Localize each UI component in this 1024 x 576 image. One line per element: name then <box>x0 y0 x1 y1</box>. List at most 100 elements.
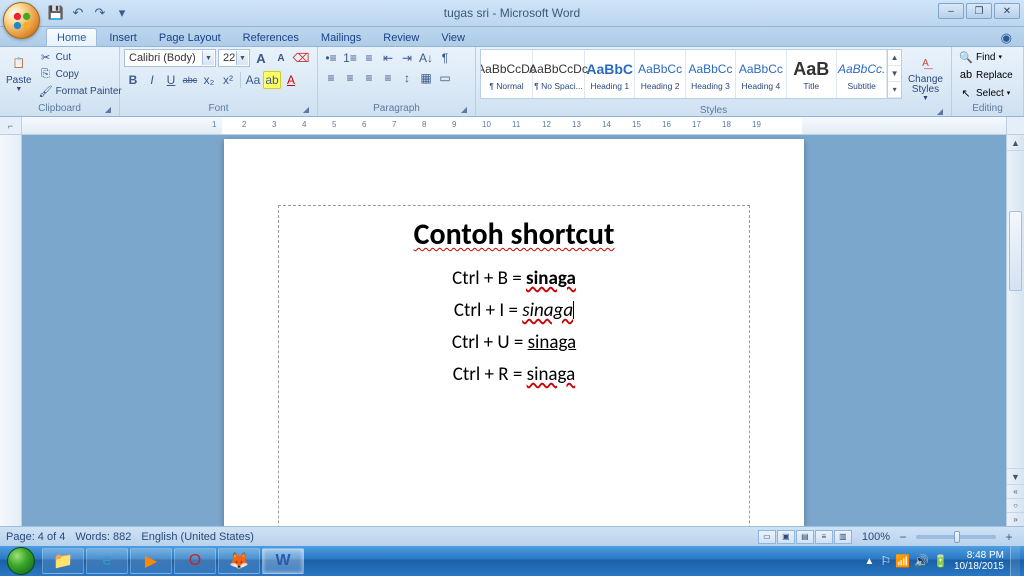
grow-font-button[interactable]: A <box>252 49 270 67</box>
select-button[interactable]: ↖Select▾ <box>956 85 1013 101</box>
zoom-thumb[interactable] <box>954 531 960 543</box>
font-color-button[interactable]: A <box>282 71 300 89</box>
browse-object-button[interactable]: ○ <box>1007 498 1024 512</box>
style-item[interactable]: AaBbCcHeading 4 <box>736 50 786 98</box>
find-button[interactable]: 🔍Find▾ <box>956 49 1005 65</box>
view-web-layout[interactable]: ▤ <box>796 530 814 544</box>
view-print-layout[interactable]: ▭ <box>758 530 776 544</box>
style-item[interactable]: AaBTitle <box>787 50 837 98</box>
style-item[interactable]: AaBbCcHeading 3 <box>686 50 736 98</box>
clipboard-launcher[interactable]: ◢ <box>103 105 113 115</box>
show-desktop-button[interactable] <box>1010 546 1020 576</box>
volume-icon[interactable]: 🔊 <box>914 554 929 568</box>
next-page-button[interactable]: » <box>1007 512 1024 526</box>
status-words[interactable]: Words: 882 <box>75 531 131 543</box>
scroll-up-button[interactable]: ▲ <box>1007 135 1024 151</box>
gallery-down[interactable]: ▼ <box>888 66 901 82</box>
copy-button[interactable]: ⎘Copy <box>36 66 125 82</box>
text-frame[interactable]: Contoh shortcut Ctrl + B = sinagaCtrl + … <box>278 205 750 526</box>
taskbar-media[interactable]: ▶ <box>130 548 172 574</box>
ruler-vertical[interactable] <box>0 135 22 526</box>
zoom-level[interactable]: 100% <box>862 531 890 543</box>
subscript-button[interactable]: x₂ <box>200 71 218 89</box>
taskbar-opera[interactable]: O <box>174 548 216 574</box>
tab-insert[interactable]: Insert <box>99 29 147 46</box>
clear-format-button[interactable]: ⌫ <box>292 49 310 67</box>
underline-button[interactable]: U <box>162 71 180 89</box>
taskbar-explorer[interactable]: 📁 <box>42 548 84 574</box>
zoom-in-button[interactable]: + <box>1000 528 1018 546</box>
restore-button[interactable]: ❐ <box>966 3 992 19</box>
minimize-button[interactable]: – <box>938 3 964 19</box>
font-name-combo[interactable]: Calibri (Body)▼ <box>124 49 216 67</box>
sort-button[interactable]: A↓ <box>417 49 435 67</box>
font-launcher[interactable]: ◢ <box>301 105 311 115</box>
battery-icon[interactable]: 🔋 <box>933 554 948 568</box>
scroll-thumb[interactable] <box>1009 211 1022 291</box>
shading-button[interactable]: ▦ <box>417 69 435 87</box>
office-button[interactable] <box>3 2 40 39</box>
bullets-button[interactable]: •≡ <box>322 49 340 67</box>
paste-button[interactable]: 📋 Paste ▼ <box>4 49 34 95</box>
format-painter-button[interactable]: 🖌Format Painter <box>36 83 125 99</box>
highlight-button[interactable]: ab <box>263 71 281 89</box>
scroll-track[interactable] <box>1007 291 1024 468</box>
taskbar-firefox[interactable]: 🦊 <box>218 548 260 574</box>
action-center-icon[interactable]: ⚐ <box>880 554 891 568</box>
style-item[interactable]: AaBbCcDc¶ Normal <box>481 50 533 98</box>
help-icon[interactable]: ◉ <box>997 30 1016 46</box>
gallery-up[interactable]: ▲ <box>888 50 901 66</box>
justify-button[interactable]: ≡ <box>379 69 397 87</box>
superscript-button[interactable]: x² <box>219 71 237 89</box>
qat-redo-button[interactable]: ↷ <box>90 3 110 23</box>
style-item[interactable]: AaBbCHeading 1 <box>585 50 635 98</box>
zoom-out-button[interactable]: − <box>894 528 912 546</box>
bold-button[interactable]: B <box>124 71 142 89</box>
numbering-button[interactable]: 1≡ <box>341 49 359 67</box>
change-styles-button[interactable]: A͟ Change Styles ▼ <box>904 49 947 104</box>
change-case-button[interactable]: Aa <box>244 71 262 89</box>
style-item[interactable]: AaBbCc.Subtitle <box>837 50 887 98</box>
strike-button[interactable]: abc <box>181 71 199 89</box>
paragraph-launcher[interactable]: ◢ <box>459 105 469 115</box>
zoom-slider[interactable] <box>916 535 996 539</box>
decrease-indent-button[interactable]: ⇤ <box>379 49 397 67</box>
view-outline[interactable]: ≡ <box>815 530 833 544</box>
qat-undo-button[interactable]: ↶ <box>68 3 88 23</box>
close-button[interactable]: ✕ <box>994 3 1020 19</box>
status-page[interactable]: Page: 4 of 4 <box>6 531 65 543</box>
network-icon[interactable]: 📶 <box>895 554 910 568</box>
qat-customize-button[interactable]: ▾ <box>112 3 132 23</box>
styles-launcher[interactable]: ◢ <box>935 107 945 117</box>
tab-view[interactable]: View <box>431 29 475 46</box>
align-center-button[interactable]: ≡ <box>341 69 359 87</box>
show-marks-button[interactable]: ¶ <box>436 49 454 67</box>
taskbar-word[interactable]: W <box>262 548 304 574</box>
tray-expand-icon[interactable]: ▲ <box>864 556 874 567</box>
status-language[interactable]: English (United States) <box>141 531 254 543</box>
ruler-h-track[interactable]: 12345678910111213141516171819 <box>22 117 1006 134</box>
tab-page-layout[interactable]: Page Layout <box>149 29 231 46</box>
tab-references[interactable]: References <box>233 29 309 46</box>
line-spacing-button[interactable]: ↕ <box>398 69 416 87</box>
multilevel-button[interactable]: ≡ <box>360 49 378 67</box>
tab-home[interactable]: Home <box>46 28 97 46</box>
replace-button[interactable]: abReplace <box>956 67 1016 83</box>
taskbar-clock[interactable]: 8:48 PM 10/18/2015 <box>954 550 1004 572</box>
shrink-font-button[interactable]: A <box>272 49 290 67</box>
vertical-scrollbar[interactable]: ▲ ▼ « ○ » <box>1006 135 1024 526</box>
scroll-down-button[interactable]: ▼ <box>1007 468 1024 484</box>
start-button[interactable] <box>2 546 40 576</box>
ruler-toggle[interactable] <box>1006 117 1024 134</box>
align-left-button[interactable]: ≡ <box>322 69 340 87</box>
document-viewport[interactable]: Contoh shortcut Ctrl + B = sinagaCtrl + … <box>22 135 1006 526</box>
cut-button[interactable]: ✂Cut <box>36 49 125 65</box>
borders-button[interactable]: ▭ <box>436 69 454 87</box>
style-item[interactable]: AaBbCcHeading 2 <box>635 50 685 98</box>
style-item[interactable]: AaBbCcDc¶ No Spaci... <box>533 50 585 98</box>
prev-page-button[interactable]: « <box>1007 484 1024 498</box>
italic-button[interactable]: I <box>143 71 161 89</box>
tab-mailings[interactable]: Mailings <box>311 29 371 46</box>
align-right-button[interactable]: ≡ <box>360 69 378 87</box>
font-size-combo[interactable]: 22▼ <box>218 49 250 67</box>
